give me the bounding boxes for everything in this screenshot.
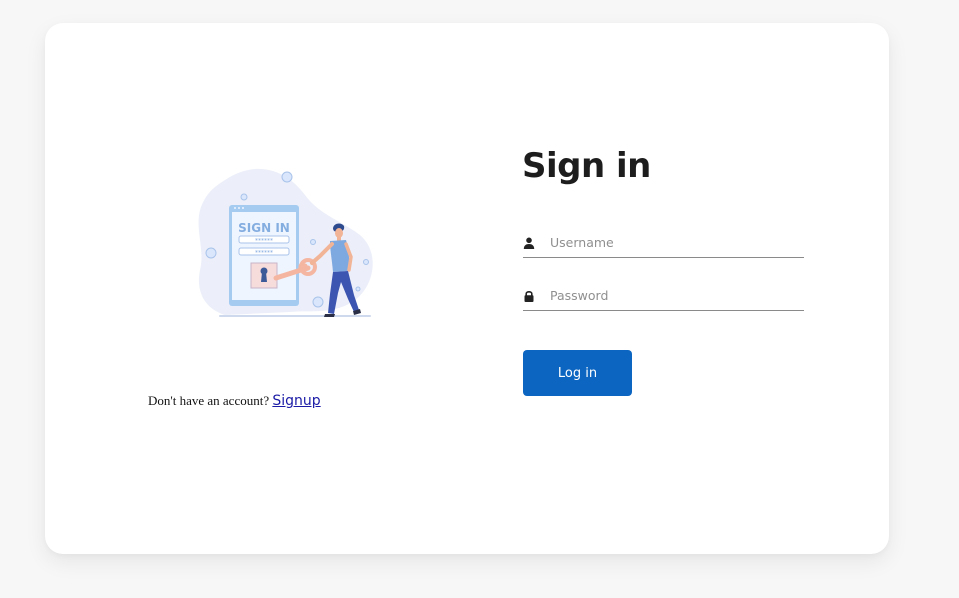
signup-link[interactable]: Signup — [272, 393, 320, 409]
password-input[interactable] — [550, 284, 800, 306]
person-head — [335, 228, 343, 238]
password-field — [523, 282, 804, 311]
tablet-heading: SIGN IN — [238, 221, 290, 235]
signup-prompt: Don't have an account? — [148, 393, 270, 408]
bubble — [312, 296, 324, 308]
bubble — [281, 171, 293, 183]
bubble — [355, 286, 361, 292]
signup-prompt-row: Don't have an account? Signup — [148, 393, 321, 409]
bubble — [205, 247, 217, 259]
tablet-masked-text: ****** — [255, 250, 273, 257]
login-button[interactable]: Log in — [523, 350, 632, 396]
bubble — [310, 239, 316, 245]
lock-icon — [524, 291, 534, 302]
tablet-masked-text: ****** — [255, 238, 273, 245]
bubble — [363, 259, 369, 265]
user-icon — [523, 237, 535, 249]
login-illustration: SIGN IN ****** ****** — [198, 168, 373, 317]
person-shoe — [324, 314, 335, 317]
username-input[interactable] — [550, 231, 800, 253]
username-field — [523, 229, 804, 258]
bubble — [240, 193, 248, 201]
page-title: Sign in — [522, 146, 651, 186]
